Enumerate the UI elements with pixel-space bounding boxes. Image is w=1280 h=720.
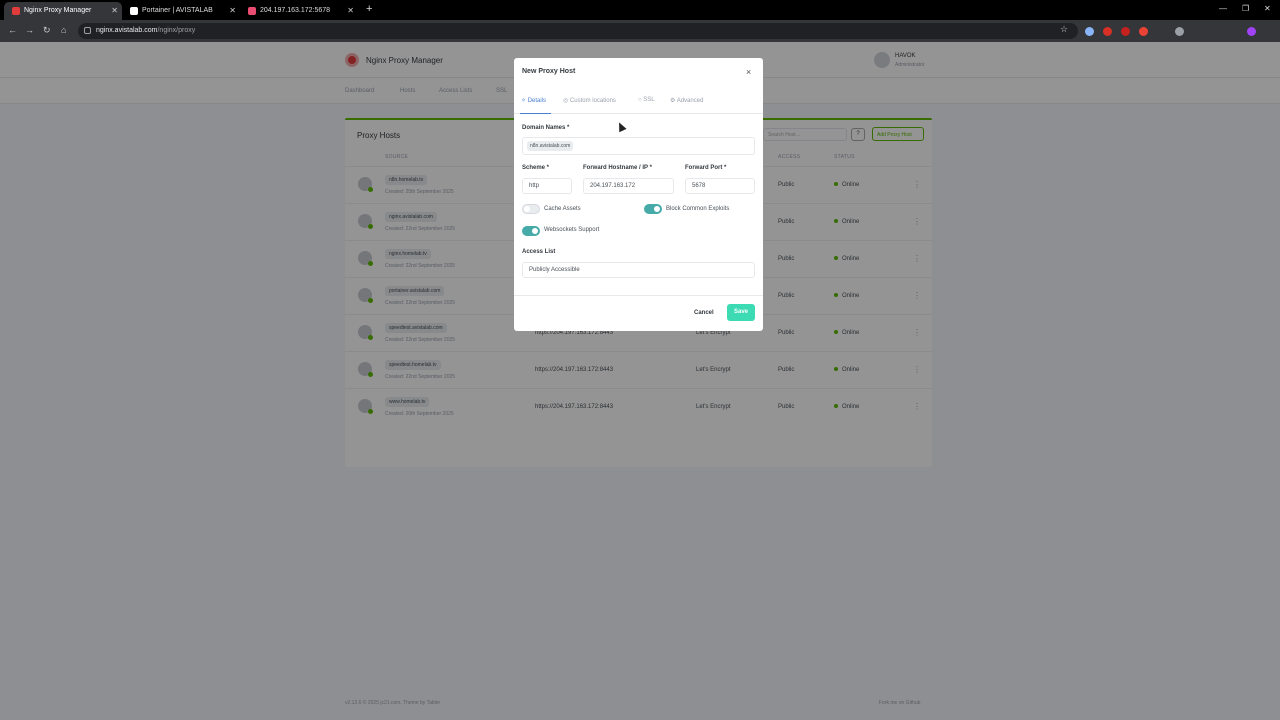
new-proxy-host-modal: New Proxy Host × ✧ Details ◎ Custom loca… <box>514 58 763 331</box>
forward-host-label: Forward Hostname / IP * <box>583 165 652 171</box>
websockets-toggle[interactable] <box>522 226 540 236</box>
bookmark-star-icon[interactable]: ☆ <box>1060 24 1068 35</box>
tab-title: Portainer | AVISTALAB <box>142 7 213 14</box>
cache-assets-toggle[interactable] <box>522 204 540 214</box>
access-list-label: Access List <box>522 249 556 255</box>
access-list-select[interactable]: Publicly Accessible <box>522 262 755 278</box>
new-tab-button[interactable]: + <box>366 3 372 15</box>
save-button[interactable]: Save <box>727 304 755 321</box>
extension-icon[interactable] <box>1085 27 1094 36</box>
browser-tab-n8n[interactable]: 204.197.163.172:5678 ✕ <box>240 2 358 20</box>
forward-host-field[interactable]: 204.197.163.172 <box>583 178 674 194</box>
extension-icon[interactable] <box>1139 27 1148 36</box>
url-path: /nginx/proxy <box>157 27 196 34</box>
browser-tab-nginx[interactable]: Nginx Proxy Manager ✕ <box>4 2 122 20</box>
nginx-favicon-icon <box>12 7 20 15</box>
scheme-label: Scheme * <box>522 165 550 171</box>
modal-tabs: ✧ Details ◎ Custom locations ○ SSL ⚙ Adv… <box>514 86 763 114</box>
forward-port-field[interactable]: 5678 <box>685 178 755 194</box>
browser-tab-portainer[interactable]: Portainer | AVISTALAB ✕ <box>122 2 240 20</box>
profile-avatar[interactable] <box>1247 27 1256 36</box>
forward-port-label: Forward Port * <box>685 165 727 171</box>
close-tab-icon[interactable]: ✕ <box>229 6 236 15</box>
tab-custom-locations[interactable]: ◎ Custom locations <box>563 97 616 104</box>
block-exploits-toggle[interactable] <box>644 204 662 214</box>
close-icon[interactable]: × <box>746 67 751 77</box>
back-icon[interactable]: ← <box>8 25 17 35</box>
url-host: nginx.avistalab.com <box>96 27 158 34</box>
extensions-puzzle-icon[interactable] <box>1175 27 1184 36</box>
close-window-icon[interactable]: ✕ <box>1264 4 1271 13</box>
close-tab-icon[interactable]: ✕ <box>111 6 118 15</box>
extension-icon[interactable] <box>1103 27 1112 36</box>
close-tab-icon[interactable]: ✕ <box>347 6 354 15</box>
minimize-icon[interactable]: — <box>1219 4 1227 13</box>
modal-footer-divider <box>514 295 763 296</box>
forward-icon[interactable]: → <box>25 25 34 35</box>
url-field[interactable]: nginx.avistalab.com/nginx/proxy <box>78 23 1078 39</box>
reload-icon[interactable]: ↻ <box>43 25 51 36</box>
tab-advanced[interactable]: ⚙ Advanced <box>670 97 703 104</box>
tab-title: Nginx Proxy Manager <box>24 7 92 14</box>
tab-title: 204.197.163.172:5678 <box>260 7 331 14</box>
cache-assets-label: Cache Assets <box>544 206 581 212</box>
active-tab-indicator <box>520 113 551 114</box>
tab-label: SSL <box>643 97 655 103</box>
tab-label: Custom locations <box>569 98 616 104</box>
cancel-button[interactable]: Cancel <box>694 310 714 316</box>
n8n-favicon-icon <box>248 7 256 15</box>
scheme-select[interactable]: http <box>522 178 572 194</box>
maximize-icon[interactable]: ❐ <box>1242 4 1249 13</box>
domain-chip[interactable]: n8n.avistalab.com <box>527 141 574 151</box>
modal-title: New Proxy Host <box>522 68 576 75</box>
browser-tab-bar: Nginx Proxy Manager ✕ Portainer | AVISTA… <box>0 0 1280 20</box>
tab-details[interactable]: ✧ Details <box>521 97 546 104</box>
block-exploits-label: Block Common Exploits <box>666 206 730 212</box>
site-info-icon[interactable] <box>84 27 91 34</box>
websockets-label: Websockets Support <box>544 227 600 233</box>
tab-ssl[interactable]: ○ SSL <box>638 97 655 103</box>
extension-icon[interactable] <box>1121 27 1130 36</box>
home-icon[interactable]: ⌂ <box>61 25 66 35</box>
tab-label: Details <box>527 98 547 104</box>
domain-names-label: Domain Names * <box>522 125 570 131</box>
tab-label: Advanced <box>676 98 704 104</box>
portainer-favicon-icon <box>130 7 138 15</box>
